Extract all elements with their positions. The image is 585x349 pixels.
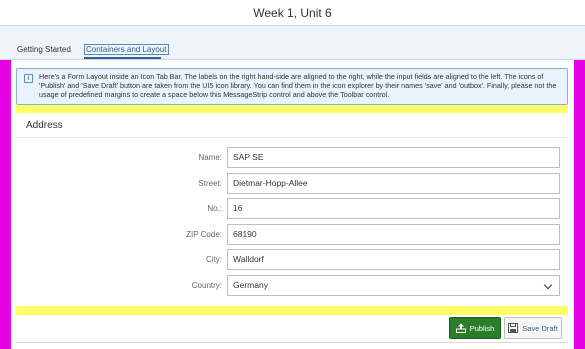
message-strip: i Here's a Form Layout inside an Icon Ta… <box>16 68 568 105</box>
form-title: Address <box>26 120 63 131</box>
outbox-icon <box>455 323 466 333</box>
toolbar-divider <box>16 342 568 343</box>
number-label: No.: <box>207 204 222 213</box>
country-label: Country: <box>191 281 222 290</box>
street-field[interactable]: Dietmar-Hopp-Allee <box>227 173 560 194</box>
page-title: Week 1, Unit 6 <box>253 5 332 20</box>
zip-code-label: ZIP Code: <box>186 230 222 239</box>
save-draft-button[interactable]: Save Draft <box>504 317 562 339</box>
icon-tab-bar: Getting Started Containers and Layout <box>0 26 585 60</box>
name-field[interactable]: SAP SE <box>227 147 560 168</box>
chevron-down-icon[interactable] <box>543 280 553 290</box>
number-field[interactable]: 16 <box>227 198 560 219</box>
save-draft-button-label: Save Draft <box>522 323 558 333</box>
active-tab-indicator <box>84 57 161 59</box>
publish-button-label: Publish <box>469 323 495 333</box>
city-label: City: <box>206 255 222 264</box>
tab-containers-and-layout[interactable]: Containers and Layout <box>84 44 169 55</box>
spacing-marker-bottom <box>16 306 568 315</box>
info-icon: i <box>24 74 33 83</box>
margin-marker-left <box>0 60 11 349</box>
zip-code-field[interactable]: 68190 <box>227 224 560 245</box>
form-title-divider <box>16 137 568 138</box>
country-select[interactable]: Germany <box>227 275 560 296</box>
app-header: Week 1, Unit 6 <box>0 0 585 26</box>
street-label: Street: <box>198 179 222 188</box>
country-select-value: Germany <box>233 280 268 290</box>
message-strip-text: Here's a Form Layout inside an Icon Tab … <box>39 72 557 99</box>
city-field[interactable]: Walldorf <box>227 249 560 270</box>
name-label: Name: <box>198 153 222 162</box>
tab-getting-started[interactable]: Getting Started <box>17 45 71 54</box>
publish-button[interactable]: Publish <box>449 317 501 339</box>
save-icon <box>508 323 519 333</box>
margin-marker-right <box>574 60 585 349</box>
spacing-marker-top <box>16 105 568 113</box>
tab-content: i Here's a Form Layout inside an Icon Ta… <box>11 60 574 349</box>
